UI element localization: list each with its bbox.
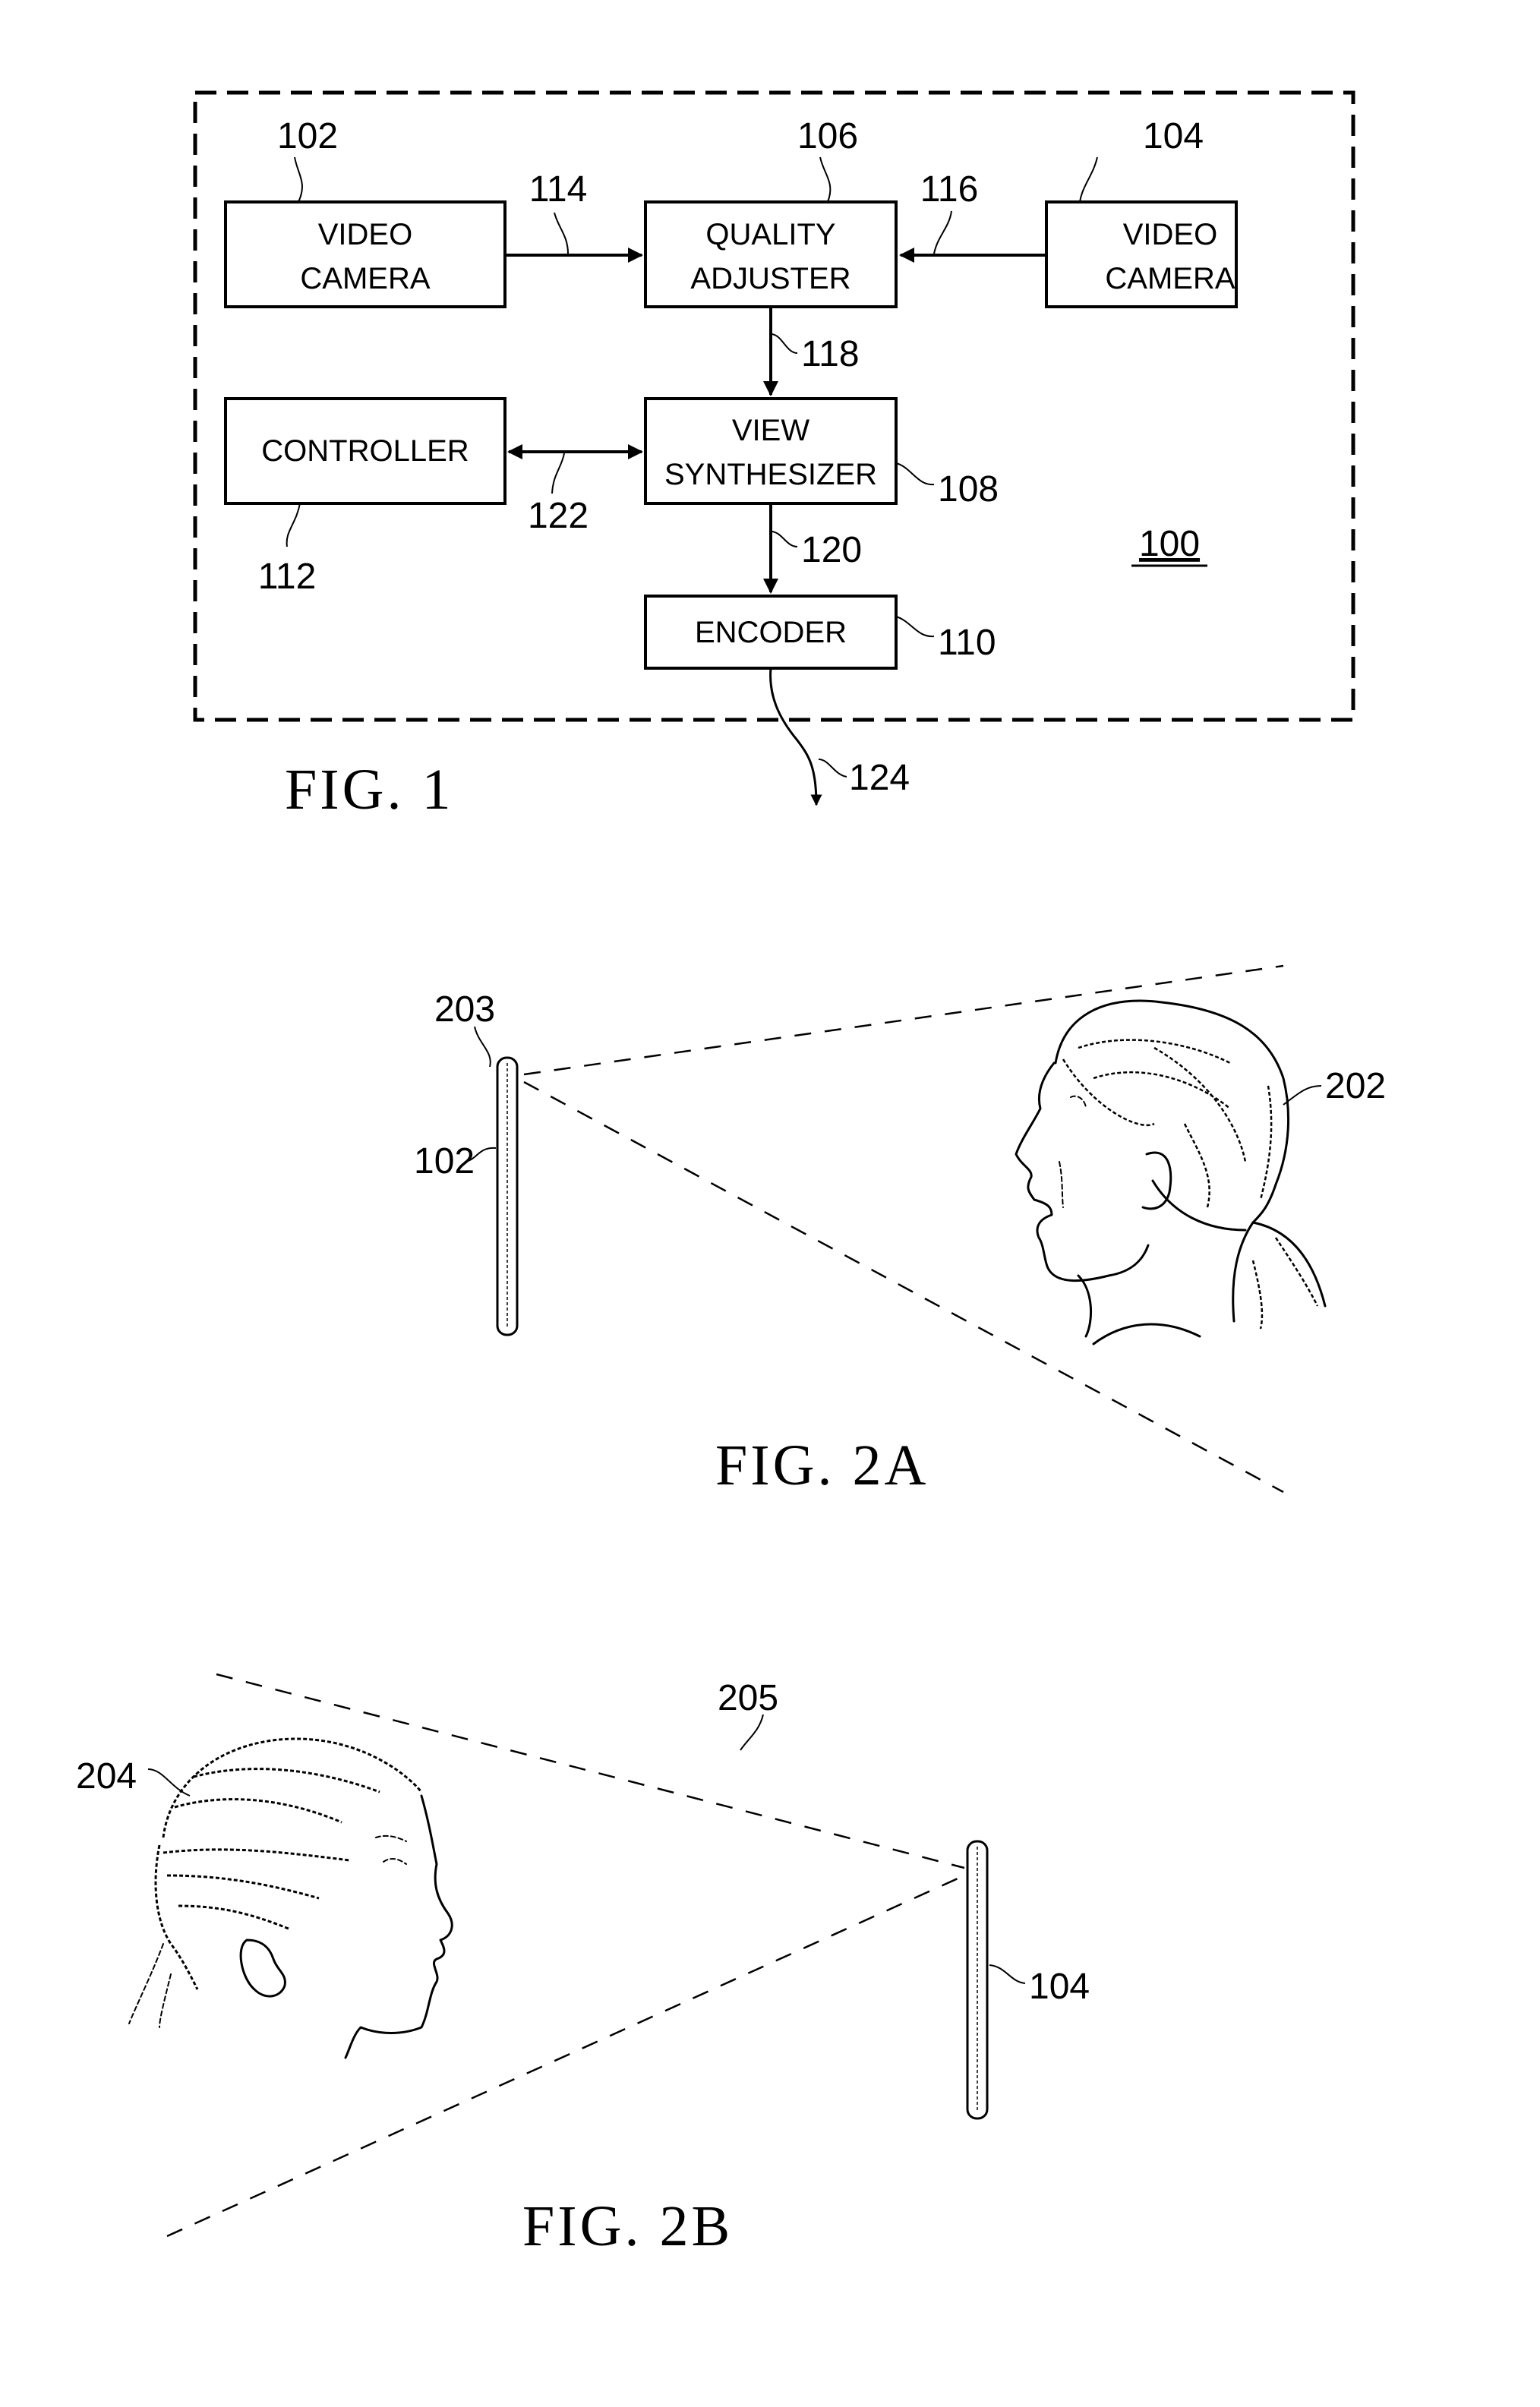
leader-104-2b	[989, 1964, 1026, 1984]
ref-122: 122	[528, 496, 589, 536]
leader-102	[294, 156, 303, 203]
figure-2b: 104 205 204 FIG. 2B	[76, 1673, 1090, 2258]
block-quality-adjuster: QUALITY ADJUSTER	[644, 200, 898, 308]
block-label-line2: CAMERA	[1105, 262, 1235, 295]
ref-205: 205	[718, 1678, 778, 1718]
ref-100-system: 100	[1139, 524, 1200, 564]
ref-102: 102	[277, 116, 338, 156]
leader-116	[933, 210, 952, 254]
ref-104: 104	[1143, 116, 1204, 156]
ref-102-2a: 102	[414, 1141, 475, 1181]
leader-203	[474, 1026, 491, 1068]
figure-2a: 102 203 202 FIG. 2A	[414, 964, 1386, 1497]
block-encoder: ENCODER	[644, 595, 898, 670]
ref-124: 124	[849, 758, 910, 798]
leader-205	[740, 1714, 764, 1751]
block-label-line1: VIDEO	[1123, 218, 1217, 251]
leader-108	[895, 462, 935, 486]
ref-104-2b: 104	[1029, 1967, 1090, 2007]
ref-120: 120	[801, 530, 862, 570]
block-label-line1: QUALITY	[705, 218, 835, 251]
leader-114	[554, 212, 569, 254]
block-label-line1: VIDEO	[318, 218, 412, 251]
ref-112: 112	[258, 557, 317, 597]
fov-upper-edge-205	[216, 1673, 965, 1869]
ref-118: 118	[801, 334, 860, 374]
fov-lower-edge-203	[523, 1080, 1284, 1494]
figure-2a-caption: FIG. 2A	[715, 1434, 929, 1497]
fov-lower-edge-205	[166, 1874, 965, 2238]
ref-108: 108	[938, 469, 999, 509]
block-video-camera-left: VIDEO CAMERA	[224, 200, 506, 308]
leader-202	[1283, 1085, 1322, 1106]
leader-120	[770, 531, 798, 547]
leader-118	[770, 333, 798, 354]
ref-106: 106	[797, 116, 858, 156]
ref-204: 204	[76, 1756, 137, 1797]
block-label: ENCODER	[695, 616, 847, 649]
patent-drawing-sheet: VIDEO CAMERA 102 QUALITY ADJUSTER 106 VI…	[76, 90, 1386, 2258]
ref-114: 114	[529, 169, 588, 210]
subject-boy-profile-204	[128, 1737, 453, 2059]
leader-204	[147, 1768, 191, 1797]
block-controller: CONTROLLER	[224, 397, 506, 505]
block-label-line2: ADJUSTER	[690, 262, 850, 295]
leader-104	[1079, 156, 1098, 203]
block-label-line1: VIEW	[732, 414, 809, 447]
figure-2b-caption: FIG. 2B	[522, 2194, 733, 2258]
leader-112	[286, 503, 301, 547]
block-label-line2: CAMERA	[300, 262, 430, 295]
leader-122	[551, 453, 565, 494]
leader-110	[895, 616, 935, 638]
ref-116: 116	[920, 169, 979, 210]
block-label-line2: SYNTHESIZER	[664, 458, 877, 491]
block-label: CONTROLLER	[261, 434, 469, 468]
block-view-synthesizer: VIEW SYNTHESIZER	[644, 397, 898, 505]
figure-1-caption: FIG. 1	[285, 758, 453, 822]
connection-124-output	[769, 667, 822, 806]
subject-woman-profile-202	[1015, 999, 1327, 1345]
ref-203: 203	[434, 989, 495, 1030]
block-video-camera-right: VIDEO CAMERA	[1045, 200, 1238, 308]
ref-110: 110	[938, 623, 996, 663]
figure-1: VIDEO CAMERA 102 QUALITY ADJUSTER 106 VI…	[193, 90, 1355, 822]
leader-106	[819, 156, 832, 203]
leader-124	[818, 759, 847, 778]
ref-202: 202	[1325, 1066, 1386, 1106]
